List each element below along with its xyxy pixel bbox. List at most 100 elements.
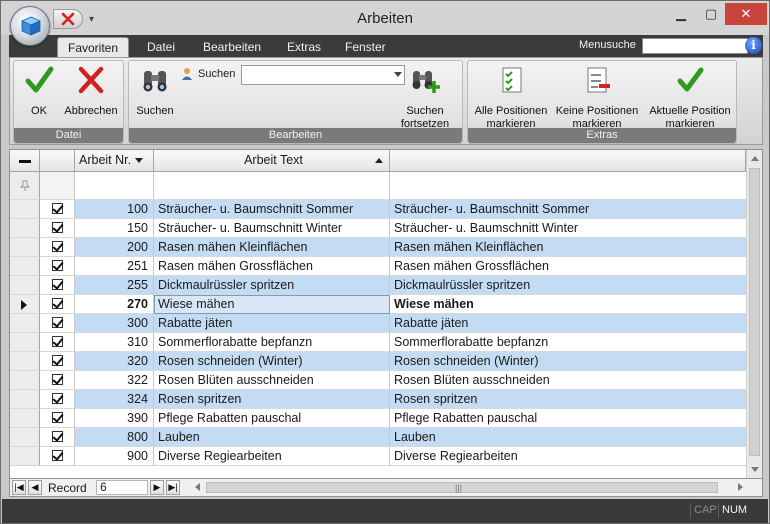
suchen-button[interactable]: Suchen xyxy=(133,65,177,118)
row-indicator[interactable] xyxy=(10,428,40,447)
checkbox-checked-icon[interactable] xyxy=(52,222,63,233)
checkbox-checked-icon[interactable] xyxy=(52,336,63,347)
row-indicator[interactable] xyxy=(10,409,40,428)
row-indicator[interactable] xyxy=(10,295,40,314)
checkbox-checked-icon[interactable] xyxy=(52,412,63,423)
checkbox-checked-icon[interactable] xyxy=(52,355,63,366)
column-header-arbeit-nr[interactable]: Arbeit Nr. xyxy=(75,150,154,172)
cell-arbeit-nr[interactable]: 255 xyxy=(75,276,154,295)
cell-arbeit-text-extra[interactable]: Rosen schneiden (Winter) xyxy=(390,352,746,371)
sort-down-icon[interactable] xyxy=(135,158,144,164)
cell-arbeit-nr[interactable]: 324 xyxy=(75,390,154,409)
row-checkbox-cell[interactable] xyxy=(40,276,75,295)
table-row[interactable]: 800 Lauben Lauben xyxy=(10,428,746,447)
scroll-right-icon[interactable] xyxy=(738,483,743,491)
suchen-combo-input[interactable] xyxy=(241,65,405,85)
row-indicator[interactable] xyxy=(10,200,40,219)
sort-up-icon[interactable] xyxy=(375,158,383,163)
application-menu-button[interactable] xyxy=(10,6,50,46)
row-checkbox-cell[interactable] xyxy=(40,257,75,276)
select-all-header[interactable] xyxy=(10,150,40,172)
row-checkbox-cell[interactable] xyxy=(40,390,75,409)
cell-arbeit-text[interactable]: Rasen mähen Kleinflächen xyxy=(154,238,390,257)
cell-arbeit-nr[interactable]: 270 xyxy=(75,295,154,314)
checkbox-checked-icon[interactable] xyxy=(52,374,63,385)
table-row[interactable]: 251 Rasen mähen Grossflächen Rasen mähen G… xyxy=(10,257,746,276)
vertical-scrollbar[interactable] xyxy=(746,150,762,478)
cell-arbeit-nr[interactable]: 310 xyxy=(75,333,154,352)
table-row[interactable]: 322 Rosen Blüten ausschneiden Rosen Blüten… xyxy=(10,371,746,390)
vertical-scroll-thumb[interactable] xyxy=(749,168,760,456)
cell-arbeit-text-extra[interactable]: Wiese mähen xyxy=(390,295,746,314)
horizontal-scroll-thumb[interactable]: ||| xyxy=(206,482,718,493)
checkbox-checked-icon[interactable] xyxy=(52,203,63,214)
scroll-left-icon[interactable] xyxy=(195,483,200,491)
row-checkbox-cell[interactable] xyxy=(40,428,75,447)
row-indicator[interactable] xyxy=(10,238,40,257)
cell-arbeit-text-extra[interactable]: Rasen mähen Kleinflächen xyxy=(390,238,746,257)
table-row[interactable]: 100 Sträucher- u. Baumschnitt Sommer Sträu… xyxy=(10,200,746,219)
cell-arbeit-text-extra[interactable]: Sommerflorabatte bepfanzn xyxy=(390,333,746,352)
checkbox-checked-icon[interactable] xyxy=(52,317,63,328)
tab-bearbeiten[interactable]: Bearbeiten xyxy=(193,37,271,57)
checkbox-checked-icon[interactable] xyxy=(52,431,63,442)
table-row[interactable]: 150 Sträucher- u. Baumschnitt Winter Sträu… xyxy=(10,219,746,238)
row-indicator[interactable] xyxy=(10,257,40,276)
table-row[interactable]: 324 Rosen spritzen Rosen spritzen xyxy=(10,390,746,409)
table-row[interactable]: 270 Wiese mähen Wiese mähen xyxy=(10,295,746,314)
checkbox-checked-icon[interactable] xyxy=(52,393,63,404)
cell-arbeit-text-extra[interactable]: Rabatte jäten xyxy=(390,314,746,333)
cell-arbeit-nr[interactable]: 390 xyxy=(75,409,154,428)
row-indicator[interactable] xyxy=(10,219,40,238)
record-number-input[interactable]: 6 xyxy=(96,480,148,495)
table-row[interactable]: 300 Rabatte jäten Rabatte jäten xyxy=(10,314,746,333)
row-checkbox-cell[interactable] xyxy=(40,314,75,333)
row-indicator[interactable] xyxy=(10,314,40,333)
tab-extras[interactable]: Extras xyxy=(277,37,331,57)
cell-arbeit-text[interactable]: Lauben xyxy=(154,428,390,447)
row-checkbox-cell[interactable] xyxy=(40,219,75,238)
row-checkbox-cell[interactable] xyxy=(40,295,75,314)
checkbox-checked-icon[interactable] xyxy=(52,298,63,309)
cell-arbeit-text[interactable]: Wiese mähen xyxy=(154,295,390,314)
cell-arbeit-text[interactable]: Rosen spritzen xyxy=(154,390,390,409)
row-indicator[interactable] xyxy=(10,352,40,371)
cell-arbeit-nr[interactable]: 251 xyxy=(75,257,154,276)
cell-arbeit-text[interactable]: Sträucher- u. Baumschnitt Winter xyxy=(154,219,390,238)
keine-positionen-markieren-button[interactable]: Keine Positionen markieren xyxy=(552,65,642,131)
checkbox-checked-icon[interactable] xyxy=(52,279,63,290)
cell-arbeit-text[interactable]: Rasen mähen Grossflächen xyxy=(154,257,390,276)
table-row[interactable]: 390 Pflege Rabatten pauschal Pflege Rabatt… xyxy=(10,409,746,428)
checkbox-checked-icon[interactable] xyxy=(52,450,63,461)
column-header-extra[interactable] xyxy=(390,150,746,172)
cell-arbeit-nr[interactable]: 200 xyxy=(75,238,154,257)
last-record-button[interactable]: ▶| xyxy=(166,480,180,495)
row-checkbox-cell[interactable] xyxy=(40,409,75,428)
row-indicator[interactable] xyxy=(10,390,40,409)
cell-arbeit-text[interactable]: Sommerflorabatte bepfanzn xyxy=(154,333,390,352)
row-checkbox-cell[interactable] xyxy=(40,447,75,466)
cell-arbeit-text[interactable]: Rosen schneiden (Winter) xyxy=(154,352,390,371)
ok-button[interactable]: OK xyxy=(20,65,58,118)
table-row[interactable]: 900 Diverse Regiearbeiten Diverse Regiearb… xyxy=(10,447,746,466)
next-record-button[interactable]: ▶ xyxy=(150,480,164,495)
filter-check-cell[interactable] xyxy=(40,172,75,200)
cell-arbeit-nr[interactable]: 900 xyxy=(75,447,154,466)
cell-arbeit-text[interactable]: Pflege Rabatten pauschal xyxy=(154,409,390,428)
table-row[interactable]: 200 Rasen mähen Kleinflächen Rasen mähen K… xyxy=(10,238,746,257)
filter-arbeit-nr[interactable] xyxy=(75,172,154,200)
cell-arbeit-text-extra[interactable]: Diverse Regiearbeiten xyxy=(390,447,746,466)
tab-favoriten[interactable]: Favoriten xyxy=(57,37,130,57)
scroll-up-icon[interactable] xyxy=(751,156,759,161)
row-checkbox-cell[interactable] xyxy=(40,238,75,257)
cell-arbeit-text-extra[interactable]: Sträucher- u. Baumschnitt Winter xyxy=(390,219,746,238)
row-indicator[interactable] xyxy=(10,333,40,352)
table-row[interactable]: 320 Rosen schneiden (Winter) Rosen schneid… xyxy=(10,352,746,371)
table-row[interactable]: 255 Dickmaulrüssler spritzen Dickmaulrüssl… xyxy=(10,276,746,295)
row-indicator[interactable] xyxy=(10,276,40,295)
cell-arbeit-text[interactable]: Dickmaulrüssler spritzen xyxy=(154,276,390,295)
row-indicator[interactable] xyxy=(10,371,40,390)
horizontal-scrollbar[interactable]: ||| xyxy=(192,481,746,494)
first-record-button[interactable]: |◀ xyxy=(12,480,26,495)
column-header-arbeit-text[interactable]: Arbeit Text xyxy=(154,150,390,172)
